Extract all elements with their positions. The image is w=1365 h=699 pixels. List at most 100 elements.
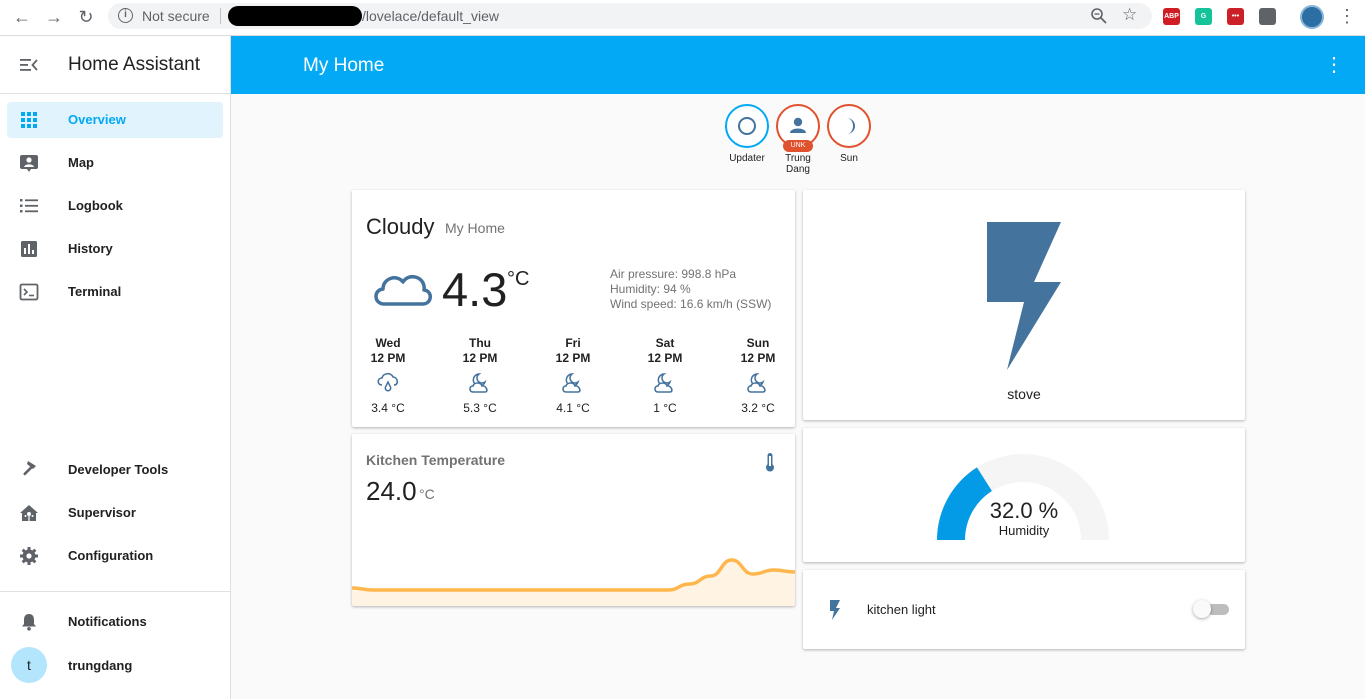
browser-profile-avatar[interactable]: [1300, 5, 1324, 29]
sidebar-item-history[interactable]: History: [7, 231, 223, 267]
list-icon: [20, 199, 38, 213]
reload-icon[interactable]: ↻: [75, 6, 97, 28]
overflow-menu-icon[interactable]: ⋮: [1324, 52, 1344, 78]
sidebar-item-label: Logbook: [68, 198, 123, 213]
forecast-day: Wed: [375, 336, 401, 350]
forecast-item: Sat 12 PM 1 °C: [635, 336, 695, 415]
forecast-temp: 1 °C: [653, 401, 677, 415]
sidebar-item-map[interactable]: Map: [7, 145, 223, 181]
flash-icon: [987, 222, 1061, 370]
flash-icon: [830, 600, 840, 620]
forecast-item: Sun 12 PM 3.2 °C: [728, 336, 788, 415]
sensor-name: Kitchen Temperature: [366, 452, 505, 468]
bookmark-star-icon[interactable]: ☆: [1122, 5, 1137, 25]
map-account-icon: [20, 155, 38, 172]
sidebar-header: Home Assistant: [0, 36, 230, 94]
forecast-temp: 4.1 °C: [556, 401, 590, 415]
user-avatar[interactable]: t: [11, 647, 47, 683]
sidebar-item-supervisor[interactable]: Supervisor: [7, 495, 223, 531]
graph-fill: [352, 560, 795, 606]
cloudy-icon: [374, 274, 432, 306]
entity-name: kitchen light: [867, 602, 936, 617]
sidebar-divider: [0, 591, 230, 592]
sidebar-item-logbook[interactable]: Logbook: [7, 188, 223, 224]
info-icon[interactable]: i: [118, 8, 133, 23]
browser-menu-icon[interactable]: ⋮: [1338, 6, 1356, 27]
partly-cloudy-night-icon: [562, 373, 581, 393]
partly-cloudy-night-icon: [469, 373, 488, 393]
gauge-label: Humidity: [998, 523, 1050, 538]
adblock-plus-icon[interactable]: ABP: [1163, 8, 1180, 25]
forward-arrow-icon[interactable]: →: [43, 6, 65, 28]
address-bar[interactable]: i Not secure /lovelace/default_view ☆: [108, 3, 1152, 29]
kitchen-light-card[interactable]: kitchen light: [803, 570, 1245, 649]
forecast-day: Thu: [469, 336, 491, 350]
forecast-time: 12 PM: [647, 351, 683, 365]
sidebar-item-label: Developer Tools: [68, 462, 169, 477]
extension-icon[interactable]: [1259, 8, 1276, 25]
sensor-unit: °C: [419, 486, 435, 502]
weather-attribute: Humidity: 94 %: [610, 282, 691, 296]
forecast-temp: 3.4 °C: [371, 401, 405, 415]
weather-condition: Cloudy: [366, 214, 435, 239]
sidebar-item-label: Supervisor: [68, 505, 136, 520]
forecast-item: Fri 12 PM 4.1 °C: [543, 336, 603, 415]
sidebar-item-label: Notifications: [68, 614, 147, 629]
user-name[interactable]: trungdang: [68, 658, 132, 673]
menu-open-icon[interactable]: [20, 56, 38, 74]
forecast-temp: 5.3 °C: [463, 401, 497, 415]
sidebar-item-overview[interactable]: Overview: [7, 102, 223, 138]
partly-cloudy-night-icon: [747, 373, 766, 393]
forecast-day: Sat: [655, 336, 675, 350]
sidebar-item-developer-tools[interactable]: Developer Tools: [7, 452, 223, 488]
kitchen-temperature-card[interactable]: Kitchen Temperature 24.0 °C: [352, 434, 795, 606]
weather-temperature: 4.3: [442, 263, 508, 316]
toggle-switch[interactable]: [1193, 600, 1211, 618]
forecast-day: Sun: [746, 336, 770, 350]
chart-bar-icon: [21, 241, 37, 257]
badge-label: Sun: [840, 153, 858, 164]
sidebar-item-label: Map: [68, 155, 94, 170]
stove-label: stove: [1007, 386, 1041, 402]
redacted-host: [228, 6, 362, 26]
badge-circle: [827, 104, 871, 148]
forecast-item: Wed 12 PM 3.4 °C: [358, 336, 418, 415]
weather-attribute: Wind speed: 16.6 km/h (SSW): [610, 297, 772, 311]
grid-icon: [21, 112, 37, 128]
stove-card[interactable]: stove: [803, 190, 1245, 420]
lastpass-icon[interactable]: •••: [1227, 8, 1244, 25]
page-title: My Home: [303, 55, 385, 76]
zoom-icon[interactable]: [1090, 7, 1108, 25]
grammarly-icon[interactable]: G: [1195, 8, 1212, 25]
browser-toolbar: ← → ↻ i Not secure /lovelace/default_vie…: [0, 0, 1365, 36]
badge-label: Updater: [729, 153, 765, 164]
sidebar-item-label: History: [68, 241, 113, 256]
app-header: My Home ⋮: [231, 36, 1365, 94]
forecast-temp: 3.2 °C: [741, 401, 775, 415]
forecast-time: 12 PM: [555, 351, 591, 365]
url-text[interactable]: /lovelace/default_view: [362, 8, 499, 24]
sidebar-item-configuration[interactable]: Configuration: [7, 538, 223, 574]
partly-cloudy-night-icon: [654, 373, 673, 393]
weather-unit: °C: [507, 268, 530, 290]
sensor-value: 24.0: [366, 476, 417, 506]
badge-circle: [725, 104, 769, 148]
moon-icon: [847, 118, 855, 134]
forecast-time: 12 PM: [462, 351, 498, 365]
badge-sun[interactable]: Sun: [827, 104, 871, 164]
badge-trung-dang[interactable]: UNK Trung Dang: [776, 104, 820, 175]
home-assistant-icon: [20, 505, 38, 521]
gauge-value: 32.0 %: [989, 498, 1059, 523]
badge-updater[interactable]: Updater: [725, 104, 769, 164]
forecast-item: Thu 12 PM 5.3 °C: [450, 336, 510, 415]
forecast-day: Fri: [565, 336, 581, 350]
circle-outline-icon: [738, 117, 756, 135]
weather-card[interactable]: Cloudy My Home 4.3 °C Air pressure: 998.…: [352, 190, 795, 427]
sidebar-item-label: Configuration: [68, 548, 154, 563]
weather-attributes: Air pressure: 998.8 hPa Humidity: 94 % W…: [610, 267, 771, 312]
thermometer-icon: [766, 453, 774, 472]
sidebar-item-notifications[interactable]: Notifications: [7, 604, 223, 640]
humidity-gauge-card[interactable]: 32.0 % Humidity: [803, 428, 1245, 562]
sidebar-item-terminal[interactable]: Terminal: [7, 274, 223, 310]
back-arrow-icon[interactable]: ←: [11, 6, 33, 28]
